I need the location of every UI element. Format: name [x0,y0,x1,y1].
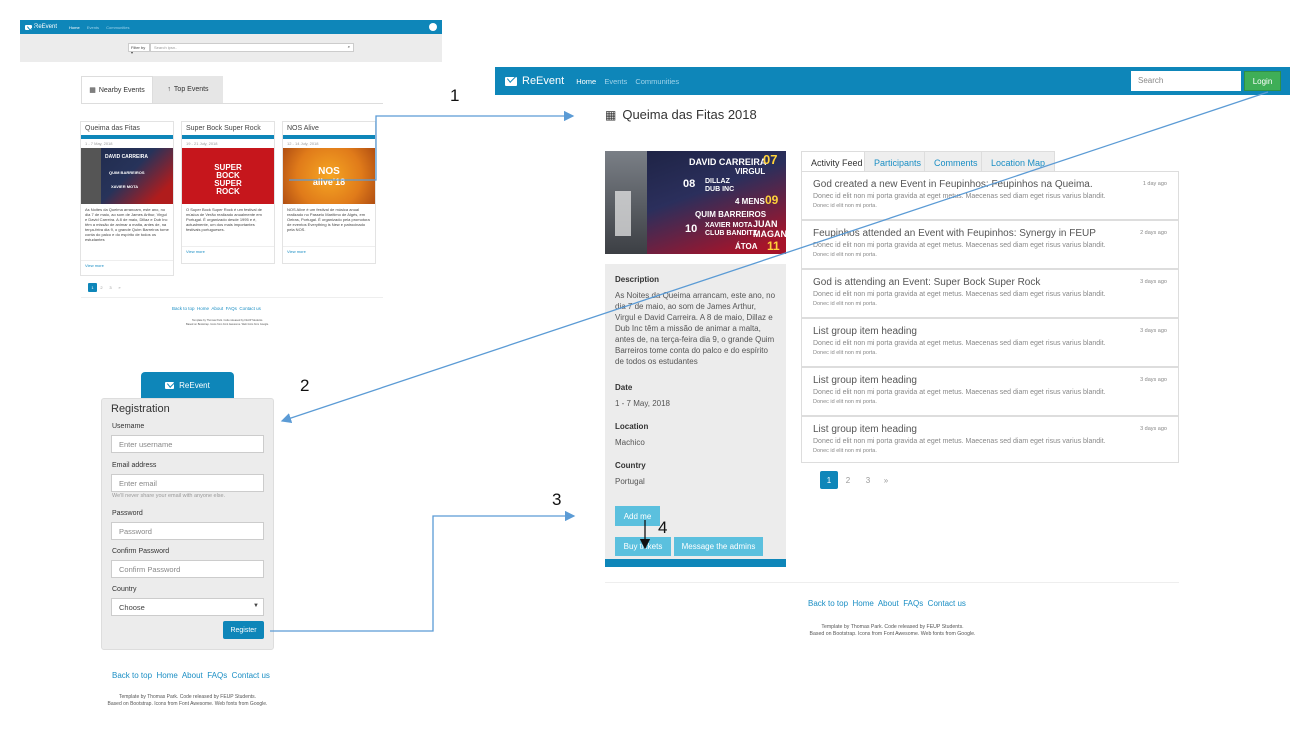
arrow-1 [289,110,575,181]
annotation-4: 4 [658,518,668,537]
arrow-3 [270,510,576,632]
arrow-2 [280,91,1269,424]
flow-arrows [270,91,1269,632]
annotation-1: 1 [450,86,460,105]
annotation-3: 3 [552,490,562,509]
annotation-2: 2 [300,376,310,395]
